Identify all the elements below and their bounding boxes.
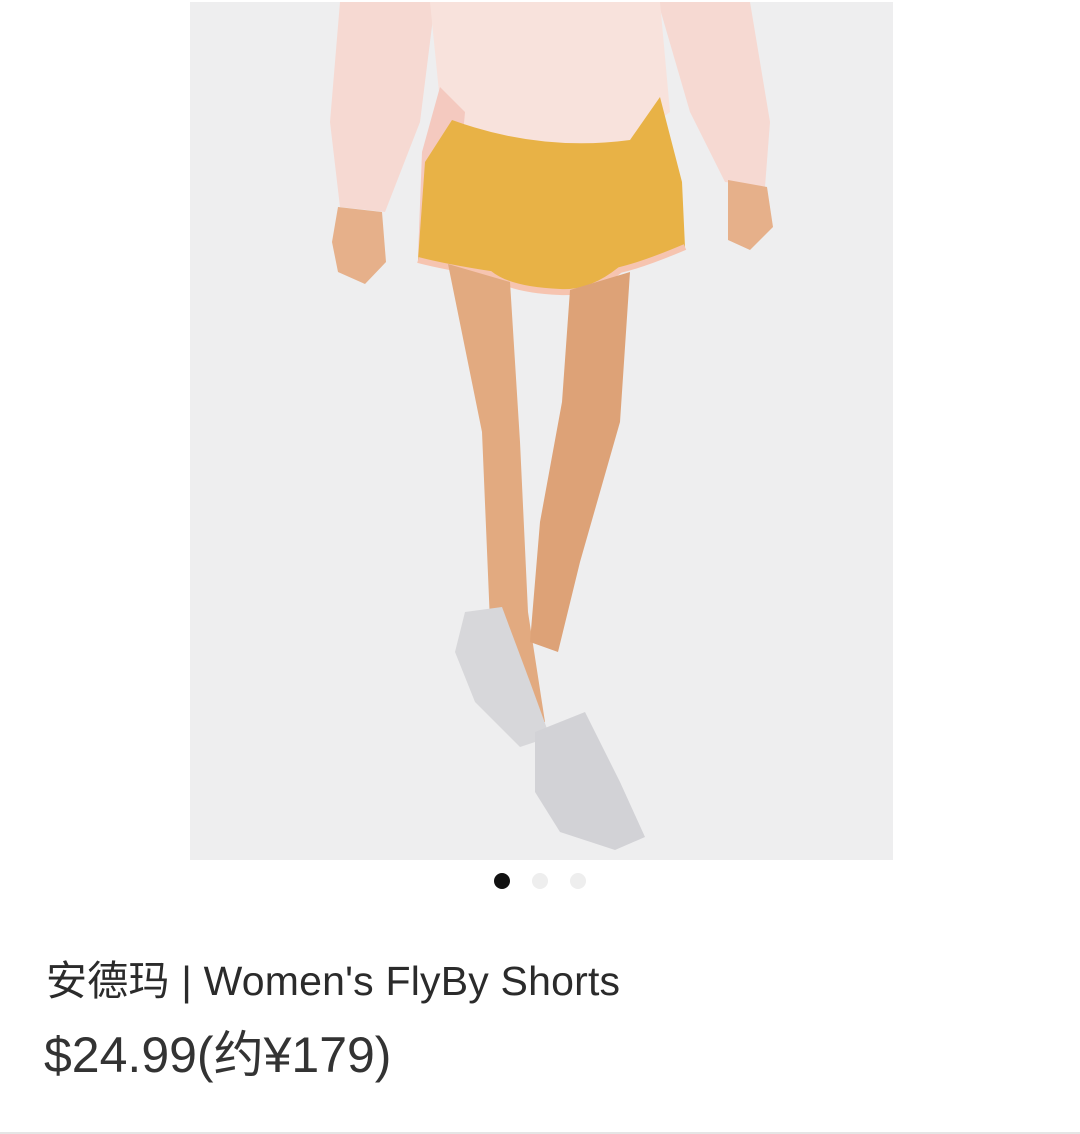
carousel-dot-3[interactable] (570, 873, 586, 889)
carousel-dot-2[interactable] (532, 873, 548, 889)
carousel-indicator (0, 873, 1080, 889)
product-price: $24.99(约¥179) (44, 1027, 392, 1083)
product-title: 安德玛 | Women's FlyBy Shorts (46, 958, 621, 1004)
carousel-dot-1[interactable] (494, 873, 510, 889)
product-image[interactable] (190, 2, 893, 860)
